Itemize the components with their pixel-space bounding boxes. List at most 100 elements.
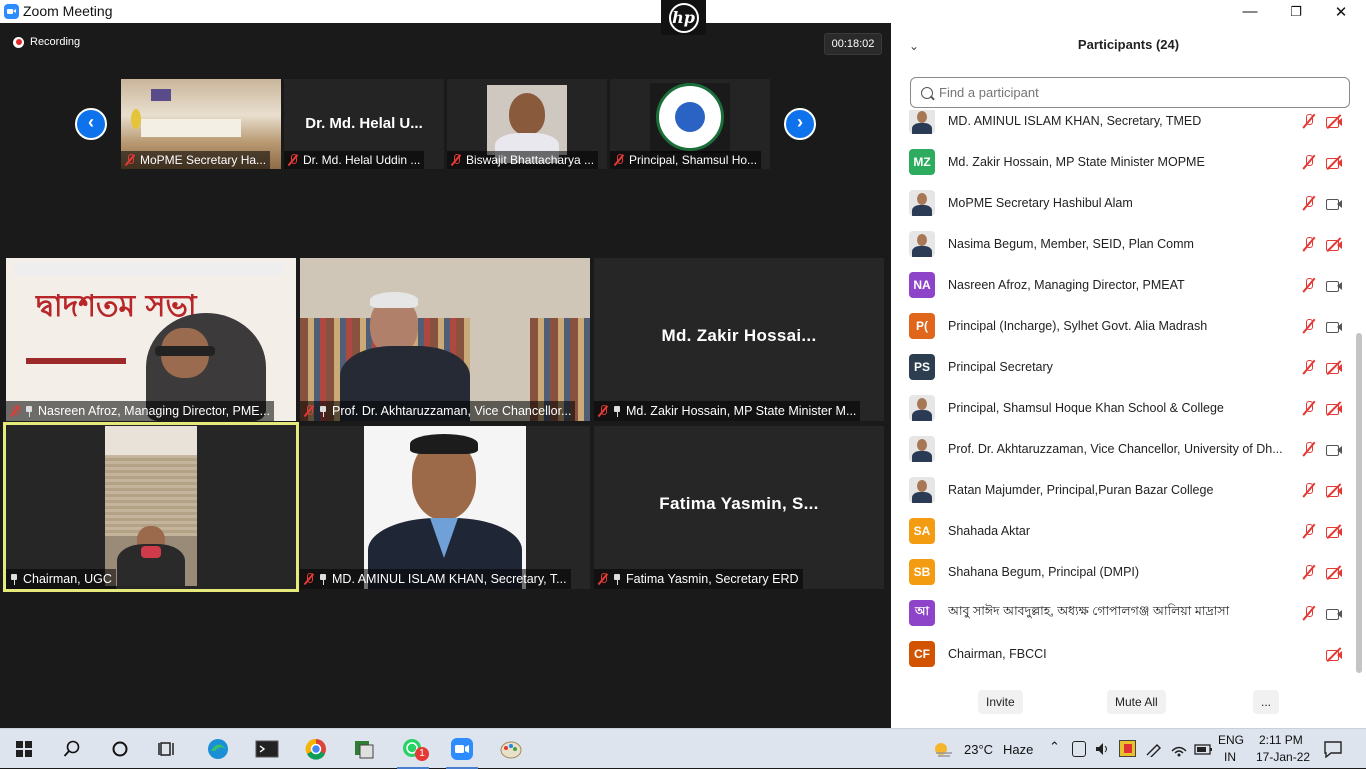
participant-row[interactable]: MD. AMINUL ISLAM KHAN, Secretary, TMED xyxy=(891,110,1352,141)
mic-muted-icon xyxy=(1301,523,1317,539)
participant-center-name: Md. Zakir Hossai... xyxy=(661,326,817,345)
weather-temperature[interactable]: 23°C xyxy=(964,742,993,757)
participant-name-tag: Dr. Md. Helal Uddin ... xyxy=(284,151,425,169)
wifi-icon[interactable] xyxy=(1170,741,1188,757)
avatar-initials: P( xyxy=(909,312,935,339)
windows-icon xyxy=(16,741,32,757)
participant-name: Chairman, FBCCI xyxy=(948,646,1047,661)
video-tile[interactable]: MoPME Secretary Ha... xyxy=(121,79,281,169)
camera-icon xyxy=(1325,277,1343,293)
mic-muted-icon xyxy=(1301,605,1317,621)
taskbar-whatsapp[interactable]: 1 xyxy=(389,729,437,769)
meet-now-icon[interactable] xyxy=(1072,741,1086,757)
mic-muted-icon xyxy=(614,154,624,166)
video-tile[interactable]: Md. Zakir Hossai... Md. Zakir Hossain, M… xyxy=(594,258,884,421)
show-hidden-icons-icon[interactable]: ⌃ xyxy=(1049,739,1060,755)
participant-name: Fatima Yasmin, Secretary ERD xyxy=(626,572,799,586)
mute-all-button[interactable]: Mute All xyxy=(1107,690,1166,714)
participant-list-scrollbar[interactable] xyxy=(1356,333,1362,673)
invite-button[interactable]: Invite xyxy=(978,690,1023,714)
taskbar-edge[interactable] xyxy=(194,729,242,769)
taskbar-paint[interactable] xyxy=(487,729,535,769)
participant-name: আবু সাঈদ আবদুল্লাহ, অধ্যক্ষ গোপালগঞ্জ আল… xyxy=(948,603,1230,618)
minimize-button[interactable]: — xyxy=(1227,0,1273,23)
taskbar-zoom[interactable] xyxy=(438,729,486,769)
chevron-left-icon: ‹ xyxy=(88,112,94,132)
participants-title: Participants (24) xyxy=(1077,37,1180,52)
video-tile[interactable]: Fatima Yasmin, S... Fatima Yasmin, Secre… xyxy=(594,426,884,589)
taskbar-app[interactable] xyxy=(340,729,388,769)
weather-description[interactable]: Haze xyxy=(1003,742,1033,757)
camera-icon xyxy=(1325,605,1343,621)
participant-row[interactable]: Nasima Begum, Member, SEID, Plan Comm xyxy=(891,223,1352,264)
next-page-button[interactable]: › xyxy=(784,108,816,140)
video-tile[interactable]: Prof. Dr. Akhtaruzzaman, Vice Chancellor… xyxy=(300,258,590,421)
participant-search-input[interactable] xyxy=(939,85,1319,100)
avatar xyxy=(909,476,935,503)
participant-row[interactable]: SA Shahada Aktar xyxy=(891,510,1352,551)
close-button[interactable]: ✕ xyxy=(1318,0,1364,23)
battery-icon[interactable] xyxy=(1194,741,1214,757)
clock-time[interactable]: 2:11 PM xyxy=(1259,733,1303,747)
start-button[interactable] xyxy=(0,729,48,769)
mic-muted-icon xyxy=(304,573,314,585)
speaker-icon[interactable] xyxy=(1094,741,1110,757)
mic-muted-icon xyxy=(598,405,608,417)
chrome-icon xyxy=(305,738,326,760)
taskbar-terminal[interactable] xyxy=(243,729,291,769)
search-button[interactable] xyxy=(48,729,96,769)
taskbar-chrome[interactable] xyxy=(292,729,340,769)
video-tile[interactable]: দ্বাদশতম সভা Nasreen Afroz, Managing Dir… xyxy=(6,258,296,421)
video-tile[interactable]: Dr. Md. Helal U... Dr. Md. Helal Uddin .… xyxy=(284,79,444,169)
participant-name-tag: Biswajit Bhattacharya ... xyxy=(447,151,599,169)
participant-center-name: Fatima Yasmin, S... xyxy=(659,494,819,513)
participant-search-box[interactable] xyxy=(910,77,1350,108)
participants-panel: ⌄ Participants (24) MD. AMINUL ISLAM KHA… xyxy=(891,23,1366,728)
language-indicator[interactable]: ENG xyxy=(1218,733,1244,747)
participant-row[interactable]: SB Shahana Begum, Principal (DMPI) xyxy=(891,551,1352,592)
participant-name: Dr. Md. Helal Uddin ... xyxy=(303,153,421,167)
participant-name: Nasreen Afroz, Managing Director, PMEAT xyxy=(948,277,1185,292)
participant-row[interactable]: Prof. Dr. Akhtaruzzaman, Vice Chancellor… xyxy=(891,428,1352,469)
camera-off-icon xyxy=(1325,154,1343,170)
participant-name-tag: Prof. Dr. Akhtaruzzaman, Vice Chancellor… xyxy=(300,401,576,421)
pin-icon xyxy=(613,573,621,585)
participant-row[interactable]: PS Principal Secretary xyxy=(891,346,1352,387)
video-tile[interactable]: Principal, Shamsul Ho... xyxy=(610,79,770,169)
clock-date[interactable]: 17-Jan-22 xyxy=(1256,750,1310,764)
weather-icon[interactable] xyxy=(932,739,954,759)
participant-name-tag: Chairman, UGC xyxy=(6,569,116,589)
participant-row[interactable]: MZ Md. Zakir Hossain, MP State Minister M… xyxy=(891,141,1352,182)
search-icon xyxy=(921,86,933,99)
mic-muted-icon xyxy=(1301,195,1317,211)
participant-row[interactable]: Principal, Shamsul Hoque Khan School & C… xyxy=(891,387,1352,428)
recording-indicator[interactable]: Recording xyxy=(13,36,80,48)
participant-row[interactable]: CF Chairman, FBCCI xyxy=(891,633,1352,674)
task-view-button[interactable] xyxy=(144,729,192,769)
camera-off-icon xyxy=(1325,646,1343,662)
pin-icon xyxy=(613,405,621,417)
paint-icon xyxy=(500,741,522,759)
school-logo xyxy=(656,83,724,151)
participant-name-tag: Fatima Yasmin, Secretary ERD xyxy=(594,569,803,589)
mic-muted-icon xyxy=(1301,277,1317,293)
pen-icon[interactable] xyxy=(1145,741,1163,757)
participant-row[interactable]: আ আবু সাঈদ আবদুল্লাহ, অধ্যক্ষ গোপালগঞ্জ আ… xyxy=(891,592,1352,633)
notifications-icon[interactable] xyxy=(1323,740,1343,758)
maximize-button[interactable]: ❐ xyxy=(1273,0,1319,23)
participant-row[interactable]: P(Principal (Incharge), Sylhet Govt. Ali… xyxy=(891,305,1352,346)
participant-row[interactable]: Ratan Majumder, Principal,Puran Bazar Co… xyxy=(891,469,1352,510)
video-tile[interactable]: MD. AMINUL ISLAM KHAN, Secretary, T... xyxy=(300,426,590,589)
mic-muted-icon xyxy=(304,405,314,417)
cortana-button[interactable] xyxy=(96,729,144,769)
more-options-button[interactable]: ... xyxy=(1253,690,1280,714)
video-tile-active-speaker[interactable]: Chairman, UGC xyxy=(3,422,299,592)
mic-muted-icon xyxy=(1301,564,1317,580)
participant-name: MoPME Secretary Ha... xyxy=(140,153,267,167)
video-tile[interactable]: Biswajit Bhattacharya ... xyxy=(447,79,607,169)
app-tray-icon[interactable] xyxy=(1119,740,1136,757)
camera-off-icon xyxy=(1325,400,1343,416)
previous-page-button[interactable]: ‹ xyxy=(75,108,107,140)
participant-row[interactable]: MoPME Secretary Hashibul Alam xyxy=(891,182,1352,223)
participant-row[interactable]: NA Nasreen Afroz, Managing Director, PMEA… xyxy=(891,264,1352,305)
